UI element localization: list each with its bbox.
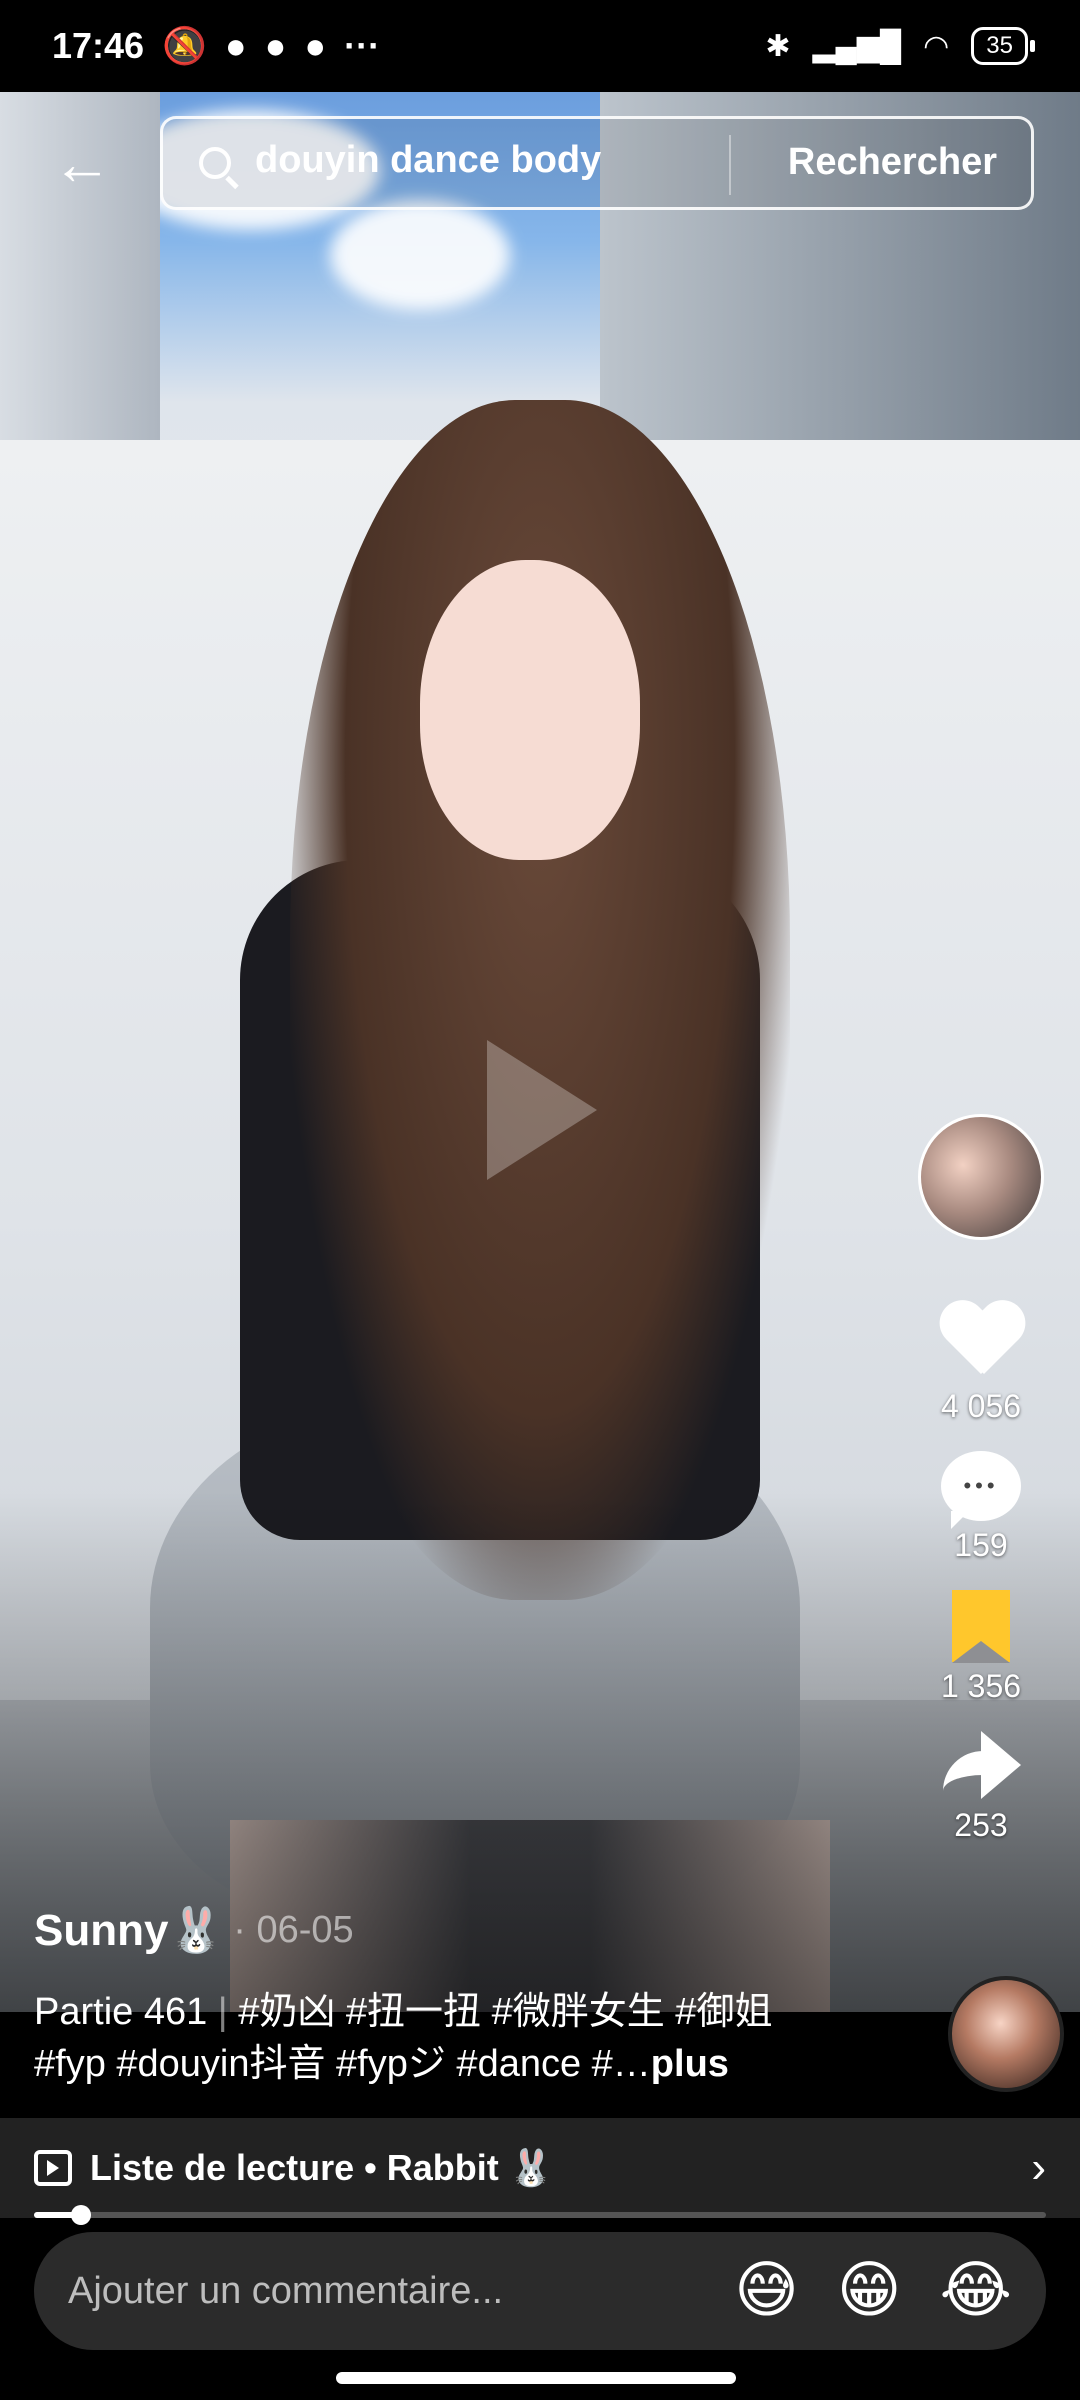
post-caption: Sunny🐰 · 06-05 Partie 461 | #奶凶 #扭一扭 #微胖… bbox=[34, 1904, 914, 2090]
playlist-label: Liste de lecture • Rabbit 🐰 bbox=[90, 2147, 554, 2188]
play-icon[interactable] bbox=[487, 1040, 597, 1180]
back-arrow-icon[interactable]: ← bbox=[52, 132, 116, 196]
action-rail: 4 056 ••• 159 1 356 253 bbox=[906, 1114, 1056, 1870]
battery-icon: 35 bbox=[971, 27, 1035, 65]
progress-bar[interactable] bbox=[34, 2205, 1046, 2225]
hashtags-line2[interactable]: #fyp #douyin抖音 #fypジ #dance #… bbox=[34, 2043, 651, 2085]
bell-off-icon: 🔕 bbox=[162, 25, 207, 66]
part-label: Partie 461 bbox=[34, 1991, 208, 2033]
heart-icon bbox=[938, 1302, 1024, 1382]
divider bbox=[729, 135, 731, 195]
search-query[interactable]: douyin dance body bbox=[255, 139, 601, 182]
search-row: ← douyin dance body Rechercher bbox=[0, 110, 1080, 214]
post-description[interactable]: Partie 461 | #奶凶 #扭一扭 #微胖女生 #御姐 #fyp #do… bbox=[34, 1986, 914, 2090]
more-link[interactable]: plus bbox=[651, 2043, 729, 2085]
app-icon: ● bbox=[224, 25, 247, 66]
progress-knob[interactable] bbox=[70, 2205, 91, 2225]
music-disc-avatar[interactable] bbox=[948, 1976, 1064, 2092]
signal-icon: ▂▄▆█ bbox=[812, 29, 902, 63]
separator: | bbox=[217, 1991, 239, 2033]
emoji-laugh[interactable]: 😂 bbox=[940, 2260, 1012, 2322]
like-button[interactable]: 4 056 bbox=[938, 1302, 1024, 1425]
home-indicator[interactable] bbox=[336, 2372, 736, 2384]
search-input[interactable]: douyin dance body Rechercher bbox=[160, 116, 1034, 210]
bluetooth-icon: ✱ bbox=[765, 29, 791, 63]
playlist-bar[interactable]: Liste de lecture • Rabbit 🐰 › bbox=[0, 2118, 1080, 2218]
emoji-grin[interactable]: 😁 bbox=[837, 2260, 902, 2322]
person-face bbox=[420, 560, 640, 860]
like-count: 4 056 bbox=[940, 1388, 1022, 1424]
wifi-icon: ◠ bbox=[923, 29, 950, 63]
favorite-button[interactable]: 1 356 bbox=[941, 1590, 1021, 1705]
comment-button[interactable]: ••• 159 bbox=[941, 1451, 1021, 1564]
status-bar: 17:46 🔕 ● ● ● ··· ✱ ▂▄▆█ ◠ 35 bbox=[0, 0, 1080, 92]
more-dots-icon: ··· bbox=[344, 25, 381, 66]
app-icon: ● bbox=[264, 25, 287, 66]
playlist-icon bbox=[34, 2150, 72, 2186]
comment-icon: ••• bbox=[941, 1451, 1021, 1529]
chevron-right-icon: › bbox=[1031, 2143, 1046, 2192]
share-icon bbox=[941, 1731, 1021, 1801]
hashtags-line1[interactable]: #奶凶 #扭一扭 #微胖女生 #御姐 bbox=[238, 1991, 772, 2033]
author-avatar[interactable] bbox=[918, 1114, 1044, 1240]
emoji-sweat-smile[interactable]: 😅 bbox=[734, 2260, 799, 2322]
app-icon: ● bbox=[304, 25, 327, 66]
author-name[interactable]: Sunny🐰 bbox=[34, 1904, 223, 1956]
search-button[interactable]: Rechercher bbox=[788, 141, 997, 184]
cloud bbox=[330, 200, 510, 310]
post-date: · 06-05 bbox=[233, 1908, 354, 1951]
share-count: 253 bbox=[954, 1807, 1008, 1843]
comment-bar[interactable]: Ajouter un commentaire... 😅 😁 😂 bbox=[34, 2232, 1046, 2350]
status-time: 17:46 bbox=[52, 25, 145, 66]
comment-input[interactable]: Ajouter un commentaire... bbox=[68, 2270, 696, 2313]
favorite-count: 1 356 bbox=[940, 1668, 1022, 1704]
bookmark-icon bbox=[951, 1590, 1010, 1663]
share-button[interactable]: 253 bbox=[941, 1731, 1021, 1844]
comment-count: 159 bbox=[954, 1527, 1008, 1563]
search-icon bbox=[199, 147, 231, 179]
